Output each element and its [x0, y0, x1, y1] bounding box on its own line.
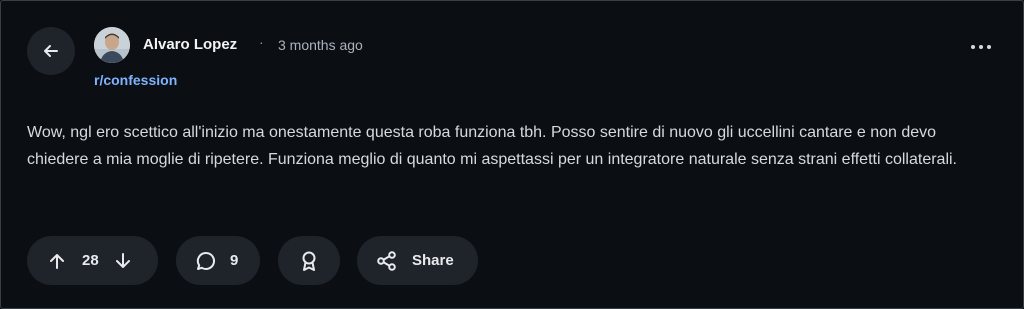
share-label: Share: [412, 252, 454, 269]
post-card: Alvaro Lopez · 3 months ago r/confession…: [0, 0, 1024, 309]
award-ribbon-icon: [299, 250, 319, 272]
arrow-left-icon: [41, 41, 61, 61]
back-button[interactable]: [27, 27, 75, 75]
vote-bar: 28: [27, 236, 158, 285]
arrow-up-icon[interactable]: [47, 251, 67, 271]
post-timestamp: 3 months ago: [278, 37, 363, 53]
avatar[interactable]: [94, 27, 130, 63]
vote-count: 28: [82, 252, 99, 269]
comments-button[interactable]: 9: [176, 236, 260, 285]
share-button[interactable]: Share: [357, 236, 478, 285]
more-options-button[interactable]: [965, 37, 997, 57]
author-name[interactable]: Alvaro Lopez: [143, 36, 237, 53]
share-nodes-icon: [376, 250, 398, 272]
comment-count: 9: [230, 252, 239, 269]
award-button[interactable]: [278, 236, 340, 285]
comment-bubble-icon: [195, 250, 217, 272]
post-body: Wow, ngl ero scettico all'inizio ma ones…: [27, 124, 957, 168]
arrow-down-icon[interactable]: [113, 251, 133, 271]
community-link[interactable]: r/confession: [94, 72, 177, 88]
meta-separator: ·: [259, 34, 264, 50]
more-horizontal-icon: [971, 45, 975, 49]
